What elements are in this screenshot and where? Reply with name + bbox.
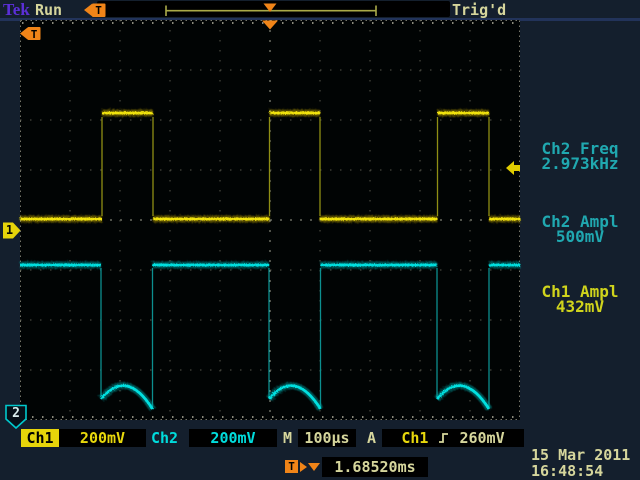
trigger-source: Ch1 [401,429,428,447]
arrow-down-icon [308,463,320,471]
trigger-level: 260mV [459,429,504,447]
record-trigger-time-letter: T [92,4,105,17]
measurement-value: 2.973kHz [518,156,640,171]
measurement-value: 432mV [518,299,640,314]
timebase-label: M [283,429,292,447]
ch2-badge: Ch2 [151,429,178,447]
measurement-ch2-ampl: Ch2 Ampl 500mV [518,214,640,244]
date-label: 15 Mar 2011 [531,447,630,463]
trigger-status: Trig'd [452,2,506,18]
measurement-ch1-ampl: Ch1 Ampl 432mV [518,284,640,314]
oscilloscope-screen: Tek Run Trig'd T T 1 2 Ch2 Freq 2.973kHz… [0,0,640,480]
trigger-time-letter: T [28,28,41,41]
trigger-mode-label: A [367,429,376,447]
trigger-time-value: 1.68520ms [322,457,428,477]
ch1-badge: Ch1 [21,429,59,447]
time-label: 16:48:54 [531,463,603,479]
trigger-settings-box: Ch1 260mV [382,429,524,447]
ch2-marker-number: 2 [8,407,24,420]
acquisition-status: Run [35,2,62,18]
measurement-ch2-freq: Ch2 Freq 2.973kHz [518,141,640,171]
ch2-scale: 200mV [189,429,277,447]
trigger-readout-icon: T [285,460,298,473]
ch1-marker-number: 1 [3,224,16,237]
arrow-right-icon [300,462,307,472]
rising-edge-icon [437,431,450,445]
ch1-scale: 200mV [59,429,146,447]
timebase-value: 100µs [298,429,356,447]
measurement-value: 500mV [518,229,640,244]
tek-logo: Tek [3,1,30,19]
